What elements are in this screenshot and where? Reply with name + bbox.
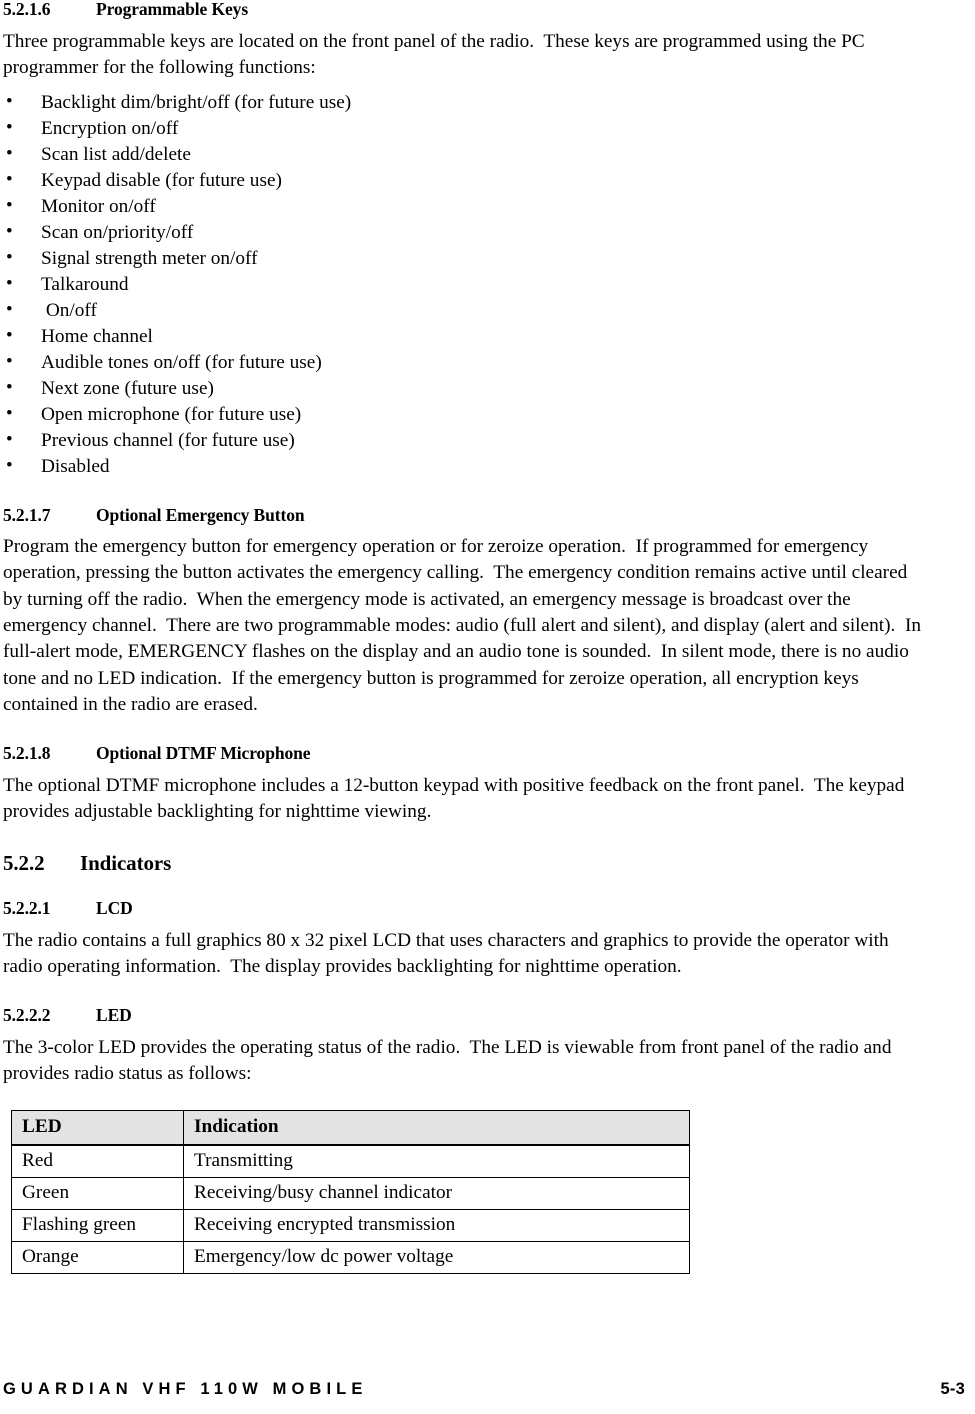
- heading-number: 5.2.2: [3, 850, 45, 875]
- list-item: Disabled: [3, 453, 927, 480]
- paragraph-dtmf-microphone: The optional DTMF microphone includes a …: [3, 775, 910, 823]
- list-item: Scan on/priority/off: [3, 219, 927, 246]
- list-item: Next zone (future use): [3, 375, 927, 402]
- heading-title: Optional Emergency Button: [96, 504, 305, 525]
- section-5-2-1-7: 5.2.1.7 Optional Emergency Button Progra…: [3, 504, 927, 719]
- heading-5-2-2-1: 5.2.2.1 LCD: [3, 899, 927, 919]
- list-item: Scan list add/delete: [3, 141, 927, 168]
- cell-indication: Transmitting: [183, 1144, 690, 1178]
- section-5-2-2-1: 5.2.2.1 LCD The radio contains a full gr…: [3, 899, 927, 980]
- footer-document-title: GUARDIAN VHF 110W MOBILE: [3, 1380, 368, 1398]
- table-header-row: LED Indication: [11, 1109, 690, 1146]
- paragraph-led: The 3-color LED provides the operating s…: [3, 1037, 897, 1085]
- heading-title: Indicators: [80, 850, 172, 875]
- footer-page-number: 5-3: [940, 1380, 965, 1398]
- cell-led-color: Green: [11, 1176, 184, 1210]
- list-item: Signal strength meter on/off: [3, 245, 927, 272]
- heading-number: 5.2.1.6: [3, 0, 51, 19]
- cell-led-color: Red: [11, 1144, 184, 1178]
- heading-5-2-1-6: 5.2.1.6 Programmable Keys: [3, 0, 927, 20]
- led-indication-table: LED Indication Red Transmitting Green Re…: [11, 1109, 690, 1274]
- paragraph-lcd: The radio contains a full graphics 80 x …: [3, 929, 894, 978]
- heading-number: 5.2.2.2: [3, 1005, 51, 1026]
- cell-led-color: Flashing green: [11, 1208, 184, 1242]
- table-row: Flashing green Receiving encrypted trans…: [11, 1208, 690, 1242]
- heading-5-2-1-7: 5.2.1.7 Optional Emergency Button: [3, 504, 927, 526]
- section-5-2-2: 5.2.2 Indicators: [3, 850, 927, 876]
- heading-5-2-1-8: 5.2.1.8 Optional DTMF Microphone: [3, 744, 927, 764]
- paragraph-emergency-button: Program the emergency button for emergen…: [3, 536, 926, 716]
- section-5-2-2-2: 5.2.2.2 LED The 3-color LED provides the…: [3, 1006, 927, 1087]
- heading-5-2-2: 5.2.2 Indicators: [3, 850, 927, 876]
- programmable-keys-list: Backlight dim/bright/off (for future use…: [3, 89, 927, 480]
- list-item: Home channel: [3, 323, 927, 350]
- paragraph-programmable-keys-intro: Three programmable keys are located on t…: [3, 30, 870, 78]
- list-item: Monitor on/off: [3, 193, 927, 220]
- heading-number: 5.2.2.1: [3, 898, 51, 919]
- cell-led-color: Orange: [11, 1240, 184, 1274]
- cell-indication: Receiving encrypted transmission: [183, 1208, 690, 1242]
- table-row: Red Transmitting: [11, 1144, 690, 1178]
- list-item: Encryption on/off: [3, 115, 927, 142]
- heading-title: LCD: [96, 898, 133, 919]
- heading-title: LED: [96, 1005, 132, 1026]
- list-item: On/off: [3, 297, 927, 324]
- page-footer: GUARDIAN VHF 110W MOBILE 5-3: [0, 1375, 975, 1399]
- cell-indication: Receiving/busy channel indicator: [183, 1176, 690, 1210]
- list-item: Previous channel (for future use): [3, 427, 927, 454]
- column-header-led: LED: [11, 1109, 184, 1146]
- list-item: Open microphone (for future use): [3, 401, 927, 428]
- cell-indication: Emergency/low dc power voltage: [183, 1240, 690, 1274]
- table-row: Green Receiving/busy channel indicator: [11, 1176, 690, 1210]
- list-item: Talkaround: [3, 271, 927, 298]
- heading-number: 5.2.1.8: [3, 743, 51, 764]
- document-page: 5.2.1.6 Programmable Keys Three programm…: [0, 0, 975, 1414]
- section-5-2-1-8: 5.2.1.8 Optional DTMF Microphone The opt…: [3, 744, 927, 825]
- heading-title: Programmable Keys: [96, 0, 249, 19]
- list-item: Backlight dim/bright/off (for future use…: [3, 89, 927, 116]
- page-content: 5.2.1.6 Programmable Keys Three programm…: [3, 0, 927, 1274]
- heading-title: Optional DTMF Microphone: [96, 743, 311, 764]
- list-item: Audible tones on/off (for future use): [3, 349, 927, 376]
- list-item: Keypad disable (for future use): [3, 167, 927, 194]
- table-row: Orange Emergency/low dc power voltage: [11, 1240, 690, 1274]
- heading-number: 5.2.1.7: [3, 504, 51, 525]
- column-header-indication: Indication: [183, 1109, 690, 1146]
- heading-5-2-2-2: 5.2.2.2 LED: [3, 1006, 927, 1026]
